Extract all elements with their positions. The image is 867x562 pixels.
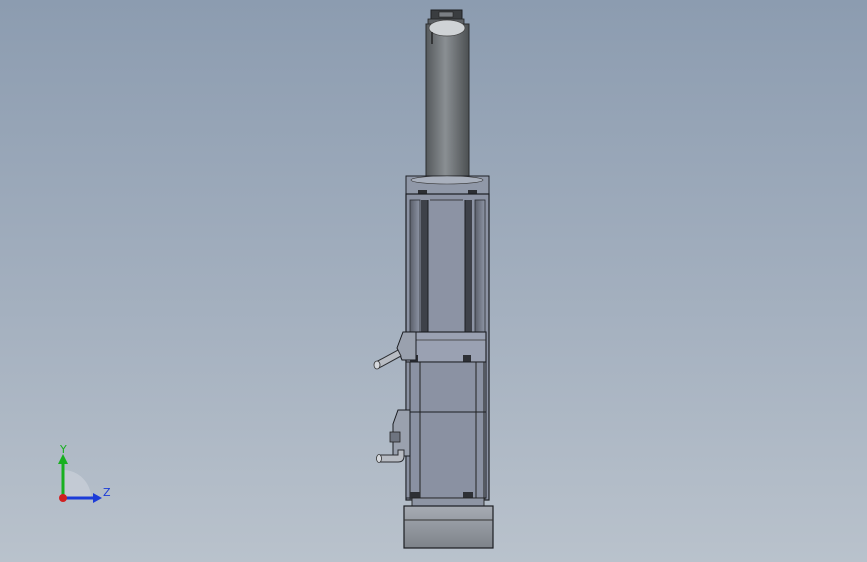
coordinate-triad: Y Z (50, 440, 120, 510)
z-axis-label: Z (103, 486, 111, 499)
motor-base[interactable] (403, 497, 494, 549)
graphics-viewport[interactable]: Y Z (0, 0, 867, 562)
x-axis-icon (59, 494, 67, 502)
y-axis-label: Y (60, 443, 67, 456)
upper-flange[interactable] (405, 175, 490, 195)
lower-hose-fitting[interactable] (376, 409, 411, 463)
cylinder-tube[interactable] (425, 19, 470, 177)
carriage[interactable] (405, 331, 487, 499)
triad-plane-icon (63, 470, 91, 498)
actuator-model[interactable] (0, 0, 867, 562)
